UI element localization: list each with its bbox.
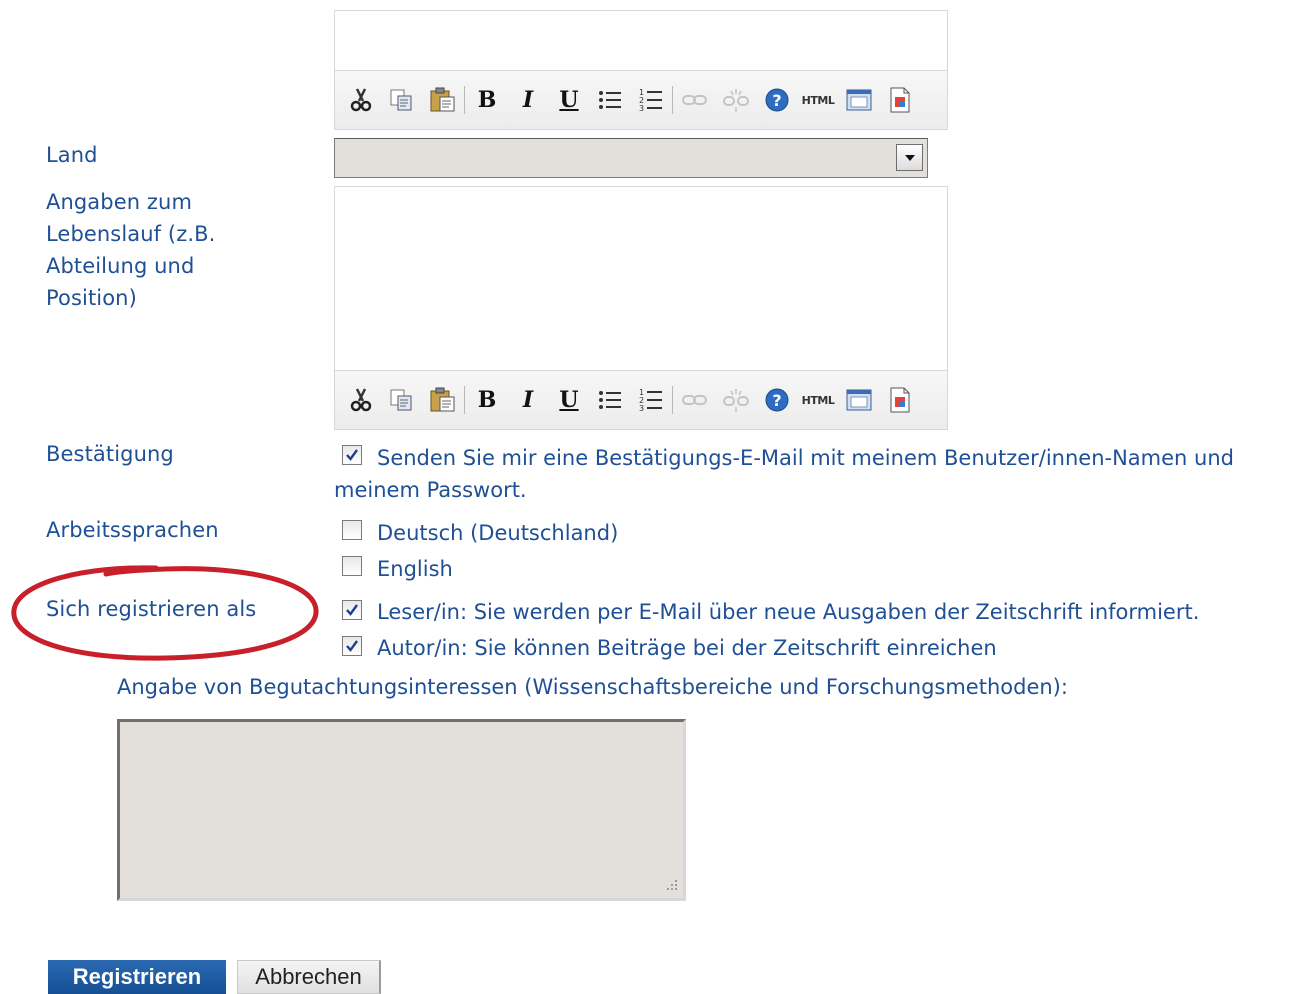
help-icon[interactable]: ? <box>761 384 793 416</box>
italic-icon[interactable]: I <box>512 84 544 116</box>
toolbar-separator <box>464 86 465 114</box>
language-checkbox-english[interactable] <box>342 556 362 576</box>
toolbar-separator <box>672 386 673 414</box>
paste-icon[interactable] <box>427 384 459 416</box>
editor-2-toolbar: B I U 123 ? HTML <box>334 370 948 430</box>
svg-text:3: 3 <box>639 404 644 413</box>
chevron-down-icon[interactable] <box>896 144 923 171</box>
svg-text:?: ? <box>772 391 781 410</box>
image-icon[interactable] <box>884 84 916 116</box>
numbered-list-icon[interactable]: 123 <box>635 84 667 116</box>
role-checkbox-author[interactable] <box>342 636 362 656</box>
language-label-english: English <box>377 557 453 581</box>
bold-icon[interactable]: B <box>471 384 503 416</box>
html-icon[interactable]: HTML <box>802 84 835 116</box>
unlink-icon[interactable] <box>720 84 752 116</box>
underline-icon[interactable]: U <box>553 84 585 116</box>
copy-icon[interactable] <box>386 384 418 416</box>
confirm-label: Bestätigung <box>46 442 174 466</box>
role-checkbox-reader[interactable] <box>342 600 362 620</box>
annotation-circle <box>11 565 319 661</box>
land-label: Land <box>46 143 98 167</box>
bio-label: Angaben zum Lebenslauf (z.B. Abteilung u… <box>46 190 216 310</box>
bullet-list-icon[interactable] <box>594 84 626 116</box>
numbered-list-icon[interactable]: 123 <box>635 384 667 416</box>
help-icon[interactable]: ? <box>761 84 793 116</box>
copy-icon[interactable] <box>386 84 418 116</box>
cancel-button[interactable]: Abbrechen <box>237 960 381 994</box>
resize-grip-icon[interactable] <box>663 878 679 894</box>
editor-1-toolbar: B I U 123 ? HTML <box>334 70 948 130</box>
review-interests-label: Angabe von Begutachtungsinteressen (Wiss… <box>117 675 1068 699</box>
cut-icon[interactable] <box>345 384 377 416</box>
italic-icon[interactable]: I <box>512 384 544 416</box>
fullscreen-icon[interactable] <box>843 84 875 116</box>
image-icon[interactable] <box>884 384 916 416</box>
html-icon[interactable]: HTML <box>802 384 835 416</box>
editor-1-content-area[interactable] <box>334 10 948 70</box>
paste-icon[interactable] <box>427 84 459 116</box>
toolbar-separator <box>672 86 673 114</box>
link-icon[interactable] <box>679 384 711 416</box>
fullscreen-icon[interactable] <box>843 384 875 416</box>
register-button[interactable]: Registrieren <box>48 960 226 994</box>
bold-icon[interactable]: B <box>471 84 503 116</box>
underline-icon[interactable]: U <box>553 384 585 416</box>
language-checkbox-deutsch[interactable] <box>342 520 362 540</box>
svg-text:?: ? <box>772 91 781 110</box>
editor-2-content-area[interactable] <box>334 186 948 370</box>
language-label-deutsch: Deutsch (Deutschland) <box>377 521 619 545</box>
languages-label: Arbeitssprachen <box>46 518 219 542</box>
unlink-icon[interactable] <box>720 384 752 416</box>
toolbar-separator <box>464 386 465 414</box>
confirm-text: Senden Sie mir eine Bestätigungs-E-Mail … <box>334 446 1234 502</box>
svg-text:3: 3 <box>639 104 644 113</box>
link-icon[interactable] <box>679 84 711 116</box>
land-select[interactable] <box>334 138 928 178</box>
role-label-author: Autor/in: Sie können Beiträge bei der Ze… <box>377 636 997 660</box>
cut-icon[interactable] <box>345 84 377 116</box>
review-interests-textarea[interactable] <box>117 719 686 901</box>
bullet-list-icon[interactable] <box>594 384 626 416</box>
role-label-reader: Leser/in: Sie werden per E-Mail über neu… <box>377 600 1200 624</box>
